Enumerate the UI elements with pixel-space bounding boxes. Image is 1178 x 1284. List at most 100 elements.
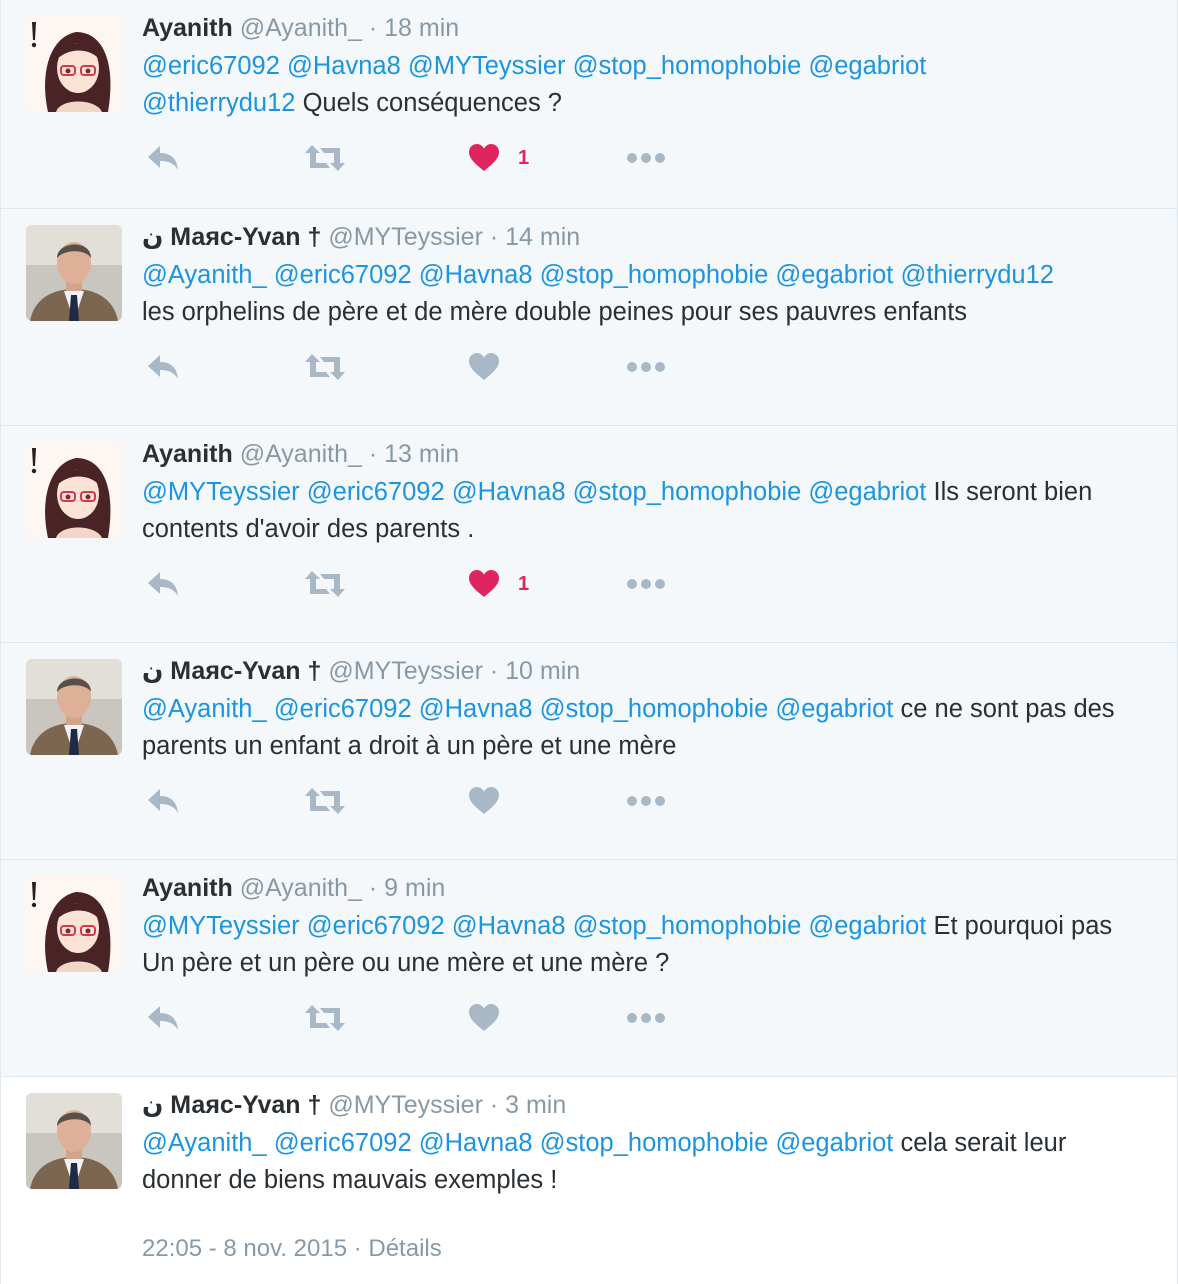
tweet-header: Ayanith @Ayanith_ · 9 min <box>142 868 1137 908</box>
author-name[interactable]: Ayanith <box>142 440 233 468</box>
mention-link[interactable]: @eric67092 <box>307 912 445 940</box>
author-name[interactable]: Маяс-Yvan † <box>170 223 321 251</box>
heart-icon <box>469 570 499 597</box>
mention-link[interactable]: @stop_homophobie <box>540 261 769 289</box>
mention-link[interactable]: @Ayanith_ <box>142 695 267 723</box>
author-handle[interactable]: @Ayanith_ <box>240 874 362 902</box>
tweet-timestamp[interactable]: 18 min <box>384 14 459 42</box>
author-name[interactable]: Ayanith <box>142 874 233 902</box>
reply-button[interactable] <box>146 998 180 1038</box>
author-handle[interactable]: @Ayanith_ <box>240 440 362 468</box>
retweet-icon <box>305 354 345 380</box>
author-name[interactable]: Ayanith <box>142 14 233 42</box>
tweet-text: @Ayanith_ @eric67092 @Havna8 @stop_homop… <box>142 691 1137 764</box>
anime-girl-avatar-image <box>26 876 122 972</box>
author-name[interactable]: Маяс-Yvan † <box>170 1091 321 1119</box>
avatar-ayanith[interactable] <box>26 442 122 538</box>
tweet-timestamp[interactable]: 10 min <box>505 657 580 685</box>
like-button[interactable]: 1 <box>468 564 529 604</box>
reply-button[interactable] <box>146 781 180 821</box>
author-name[interactable]: Маяс-Yvan † <box>170 657 321 685</box>
tweet-timestamp[interactable]: 9 min <box>384 874 445 902</box>
mention-link[interactable]: @egabriot <box>808 912 926 940</box>
author-handle[interactable]: @Ayanith_ <box>240 14 362 42</box>
reply-button[interactable] <box>146 564 180 604</box>
mention-link[interactable]: @MYTeyssier <box>142 478 300 506</box>
mention-link[interactable]: @Havna8 <box>419 695 533 723</box>
tweet[interactable]: Ayanith @Ayanith_ · 13 min @MYTeyssier @… <box>0 425 1178 642</box>
retweet-button[interactable] <box>304 781 346 821</box>
avatar-ayanith[interactable] <box>26 876 122 972</box>
reply-button[interactable] <box>146 138 180 178</box>
retweet-button[interactable] <box>304 138 346 178</box>
mention-link[interactable]: @Ayanith_ <box>142 261 267 289</box>
mention-link[interactable]: @Havna8 <box>419 1129 533 1157</box>
avatar-ayanith[interactable] <box>26 16 122 112</box>
mention-link[interactable]: @thierrydu12 <box>142 89 295 117</box>
tweet-focused[interactable]: ن Маяс-Yvan † @MYTeyssier · 3 min @Ayani… <box>0 1076 1178 1284</box>
tweet-actions: 1 <box>142 138 742 178</box>
tweet[interactable]: ن Маяс-Yvan † @MYTeyssier · 14 min @Ayan… <box>0 208 1178 425</box>
author-handle[interactable]: @MYTeyssier <box>328 657 483 685</box>
like-button[interactable]: 1 <box>468 138 529 178</box>
mention-link[interactable]: @stop_homophobie <box>573 912 802 940</box>
mention-link[interactable]: @Havna8 <box>452 912 566 940</box>
author-handle[interactable]: @MYTeyssier <box>328 1091 483 1119</box>
mention-link[interactable]: @thierrydu12 <box>901 261 1054 289</box>
more-button[interactable] <box>626 347 666 387</box>
author-name-prefix: ن <box>142 1091 164 1119</box>
mention-link[interactable]: @eric67092 <box>274 261 412 289</box>
like-button[interactable] <box>468 347 500 387</box>
avatar-myteyssier[interactable] <box>26 225 122 321</box>
retweet-button[interactable] <box>304 347 346 387</box>
more-dots-icon <box>627 1013 665 1023</box>
mention-link[interactable]: @Ayanith_ <box>142 1129 267 1157</box>
mention-link[interactable]: @MYTeyssier <box>142 912 300 940</box>
mention-link[interactable]: @eric67092 <box>142 52 280 80</box>
mention-link[interactable]: @Havna8 <box>287 52 401 80</box>
avatar-myteyssier[interactable] <box>26 1093 122 1189</box>
tweet-timestamp[interactable]: 3 min <box>505 1091 566 1119</box>
heart-icon <box>469 1004 499 1031</box>
retweet-icon <box>305 571 345 597</box>
mention-link[interactable]: @Havna8 <box>419 261 533 289</box>
reply-button[interactable] <box>146 347 180 387</box>
mention-link[interactable]: @egabriot <box>808 478 926 506</box>
mention-link[interactable]: @MYTeyssier <box>408 52 566 80</box>
man-portrait-avatar-image <box>26 225 122 321</box>
avatar-myteyssier[interactable] <box>26 659 122 755</box>
mention-link[interactable]: @egabriot <box>808 52 926 80</box>
tweet-timestamp[interactable]: 14 min <box>505 223 580 251</box>
more-button[interactable] <box>626 998 666 1038</box>
tweet-header: Ayanith @Ayanith_ · 13 min <box>142 434 1137 474</box>
reply-icon <box>148 789 178 813</box>
reply-icon <box>148 572 178 596</box>
mention-link[interactable]: @stop_homophobie <box>540 695 769 723</box>
tweet-timestamp[interactable]: 13 min <box>384 440 459 468</box>
mention-link[interactable]: @egabriot <box>775 1129 893 1157</box>
retweet-button[interactable] <box>304 564 346 604</box>
tweet[interactable]: Ayanith @Ayanith_ · 9 min @MYTeyssier @e… <box>0 859 1178 1076</box>
details-link[interactable]: Détails <box>368 1235 441 1262</box>
tweet[interactable]: ن Маяс-Yvan † @MYTeyssier · 10 min @Ayan… <box>0 642 1178 859</box>
more-button[interactable] <box>626 564 666 604</box>
retweet-button[interactable] <box>304 998 346 1038</box>
mention-link[interactable]: @stop_homophobie <box>573 52 802 80</box>
mention-link[interactable]: @stop_homophobie <box>573 478 802 506</box>
tweet[interactable]: Ayanith @Ayanith_ · 18 min @eric67092 @H… <box>0 0 1178 208</box>
tweet-header: ن Маяс-Yvan † @MYTeyssier · 10 min <box>142 651 1137 691</box>
more-button[interactable] <box>626 781 666 821</box>
mention-link[interactable]: @stop_homophobie <box>540 1129 769 1157</box>
mention-link[interactable]: @eric67092 <box>274 1129 412 1157</box>
like-count: 1 <box>518 146 530 169</box>
mention-link[interactable]: @eric67092 <box>274 695 412 723</box>
like-button[interactable] <box>468 781 500 821</box>
like-button[interactable] <box>468 998 500 1038</box>
retweet-icon <box>305 788 345 814</box>
mention-link[interactable]: @egabriot <box>775 695 893 723</box>
mention-link[interactable]: @Havna8 <box>452 478 566 506</box>
more-button[interactable] <box>626 138 666 178</box>
author-handle[interactable]: @MYTeyssier <box>328 223 483 251</box>
mention-link[interactable]: @egabriot <box>775 261 893 289</box>
mention-link[interactable]: @eric67092 <box>307 478 445 506</box>
